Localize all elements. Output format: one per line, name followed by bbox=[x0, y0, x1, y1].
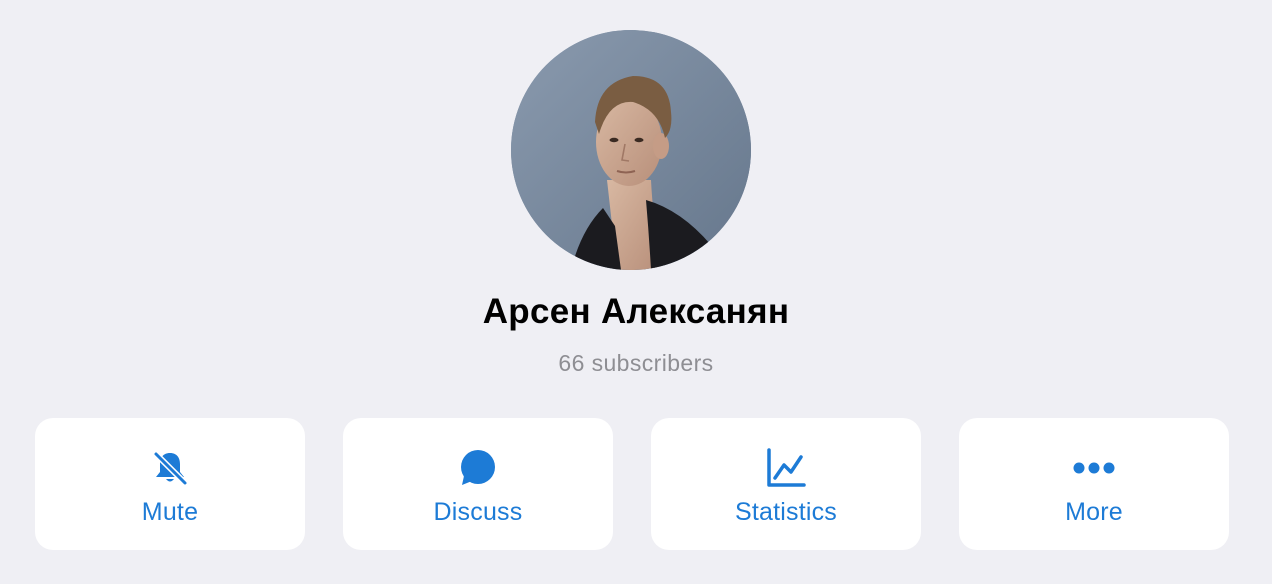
more-button[interactable]: More bbox=[959, 418, 1229, 550]
mute-label: Mute bbox=[141, 498, 199, 526]
more-dots-icon bbox=[1072, 446, 1116, 490]
channel-name: Арсен Алексанян bbox=[482, 292, 790, 331]
bell-muted-icon bbox=[148, 446, 192, 490]
avatar-photo bbox=[511, 30, 751, 270]
mute-button[interactable]: Mute bbox=[35, 418, 305, 550]
subscriber-count: 66 subscribers bbox=[558, 350, 714, 376]
discuss-button[interactable]: Discuss bbox=[343, 418, 613, 550]
action-bar: Mute Discuss Statistics More bbox=[35, 418, 1229, 550]
discuss-label: Discuss bbox=[433, 498, 523, 526]
more-label: More bbox=[1065, 498, 1123, 526]
statistics-label: Statistics bbox=[734, 498, 838, 526]
statistics-button[interactable]: Statistics bbox=[651, 418, 921, 550]
chat-bubble-icon bbox=[456, 446, 500, 490]
channel-avatar[interactable] bbox=[511, 30, 751, 270]
chart-line-icon bbox=[764, 446, 808, 490]
